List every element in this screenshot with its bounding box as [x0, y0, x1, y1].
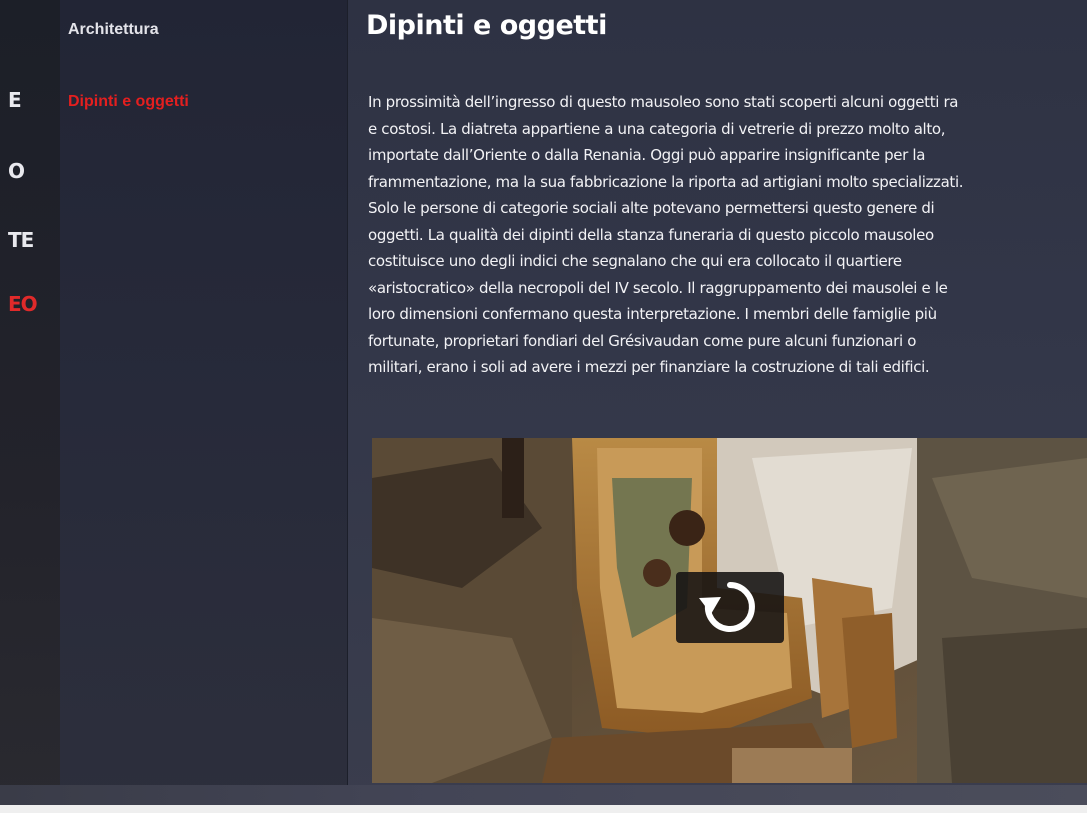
- outer-nav-item[interactable]: E: [8, 88, 22, 112]
- replay-button[interactable]: [676, 572, 784, 643]
- paragraph-line: frammentazione, ma la sua fabbricazione …: [368, 172, 964, 191]
- screen-bezel-bottom: [0, 805, 1087, 813]
- replay-icon: [699, 582, 755, 632]
- description-paragraph: In prossimità dell’ingresso di questo ma…: [368, 89, 1087, 381]
- paragraph-line: militari, erano i soli ad avere i mezzi …: [368, 358, 930, 376]
- paragraph-line: fortunate, proprietari fondiari del Grés…: [368, 331, 917, 350]
- fresco-photo[interactable]: [372, 438, 1087, 783]
- paragraph-line: importate dall’Oriente o dalla Renania. …: [368, 146, 926, 164]
- paragraph-line: «aristocratico» della necropoli del IV s…: [368, 278, 948, 297]
- outer-nav-item-active[interactable]: EO: [8, 292, 38, 316]
- outer-nav: E O TE EO: [0, 0, 60, 813]
- paragraph-line: loro dimensioni confermano questa interp…: [368, 305, 937, 323]
- paragraph-line: Solo le persone di categorie sociali alt…: [368, 199, 935, 217]
- content-area: Dipinti e oggetti In prossimità dell’ing…: [348, 0, 1087, 813]
- page-title: Dipinti e oggetti: [366, 10, 607, 41]
- paragraph-line: e costosi. La diatreta appartiene a una …: [368, 119, 946, 138]
- sidebar-item-architettura[interactable]: Architettura: [68, 21, 159, 39]
- paragraph-line: In prossimità dell’ingresso di questo ma…: [368, 93, 959, 111]
- paragraph-line: costituisce uno degli indici che segnala…: [368, 252, 902, 270]
- sidebar: Architettura Dipinti e oggetti: [60, 0, 348, 813]
- outer-nav-item[interactable]: O: [8, 159, 25, 183]
- paragraph-line: oggetti. La qualità dei dipinti della st…: [368, 225, 934, 244]
- outer-nav-item[interactable]: TE: [8, 228, 34, 252]
- sidebar-item-dipinti-e-oggetti[interactable]: Dipinti e oggetti: [68, 93, 189, 111]
